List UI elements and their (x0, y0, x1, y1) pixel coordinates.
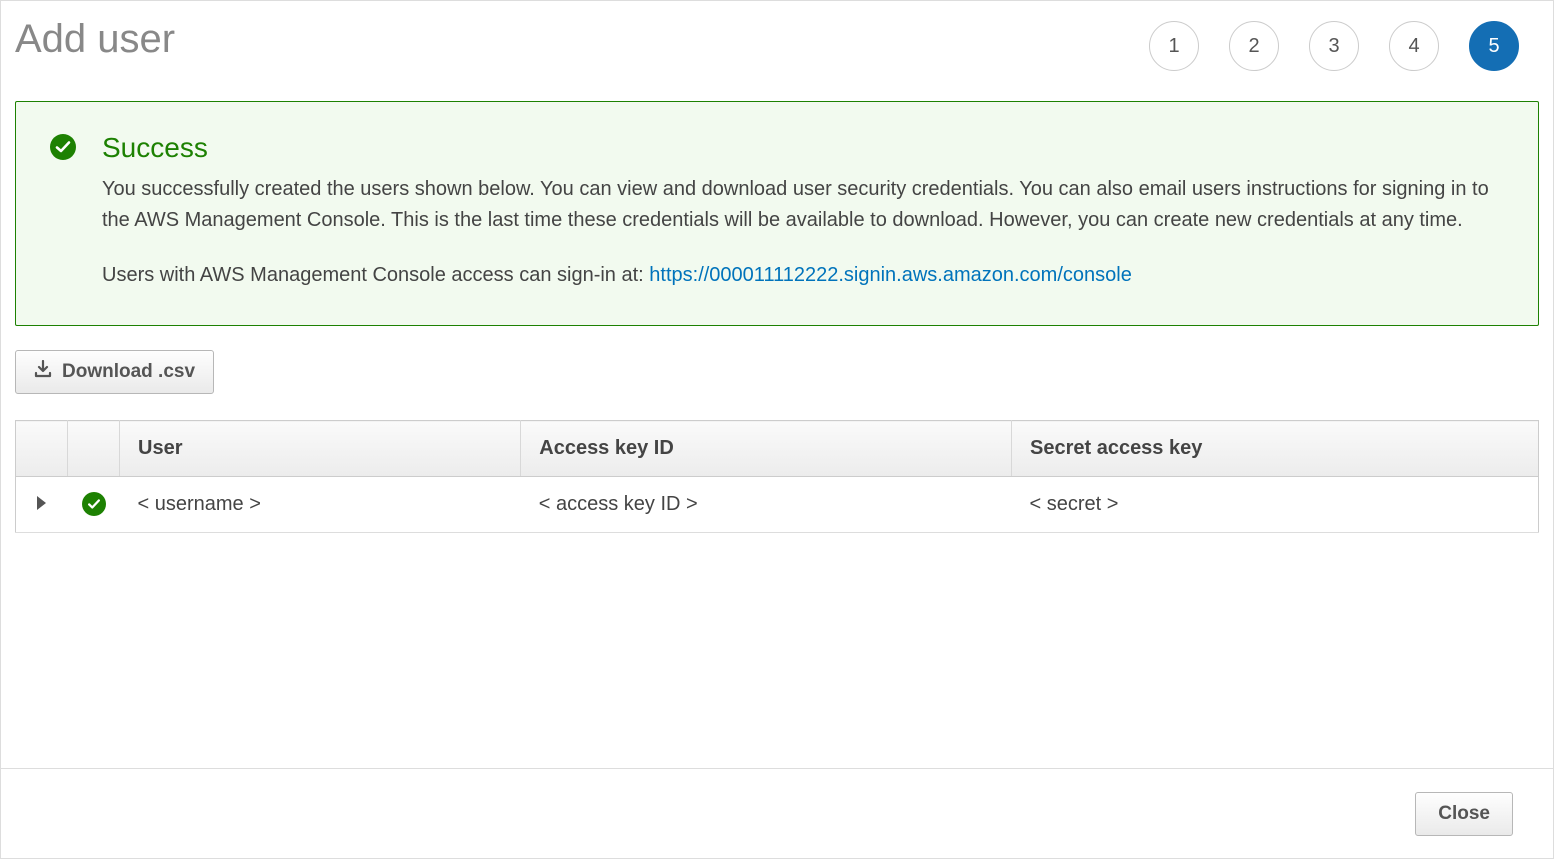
download-icon (34, 360, 52, 384)
step-4[interactable]: 4 (1389, 21, 1439, 71)
wizard-steps: 1 2 3 4 5 (1149, 15, 1539, 71)
cell-secret: < secret > (1011, 477, 1538, 533)
step-1[interactable]: 1 (1149, 21, 1199, 71)
row-status-success-icon (82, 492, 106, 516)
cell-user: < username > (120, 477, 521, 533)
col-user: User (120, 421, 521, 477)
col-expand (16, 421, 68, 477)
table-row: < username > < access key ID > < secret … (16, 477, 1539, 533)
users-table: User Access key ID Secret access key < u… (15, 420, 1539, 533)
signin-line: Users with AWS Management Console access… (102, 260, 1504, 291)
step-2[interactable]: 2 (1229, 21, 1279, 71)
col-secret: Secret access key (1011, 421, 1538, 477)
download-csv-label: Download .csv (62, 361, 195, 383)
alert-heading: Success (102, 132, 1504, 164)
expand-row-icon[interactable] (37, 496, 46, 510)
signin-url-link[interactable]: https://000011112222.signin.aws.amazon.c… (649, 264, 1132, 286)
col-status (68, 421, 120, 477)
page-title: Add user (15, 15, 175, 63)
col-access-key: Access key ID (521, 421, 1012, 477)
footer: Close (1, 768, 1553, 858)
cell-access-key: < access key ID > (521, 477, 1012, 533)
success-alert: Success You successfully created the use… (15, 101, 1539, 326)
success-check-icon (50, 134, 76, 160)
download-csv-button[interactable]: Download .csv (15, 350, 214, 394)
step-5: 5 (1469, 21, 1519, 71)
close-button[interactable]: Close (1415, 792, 1513, 836)
alert-message: You successfully created the users shown… (102, 174, 1504, 236)
signin-prefix: Users with AWS Management Console access… (102, 264, 649, 286)
step-3[interactable]: 3 (1309, 21, 1359, 71)
